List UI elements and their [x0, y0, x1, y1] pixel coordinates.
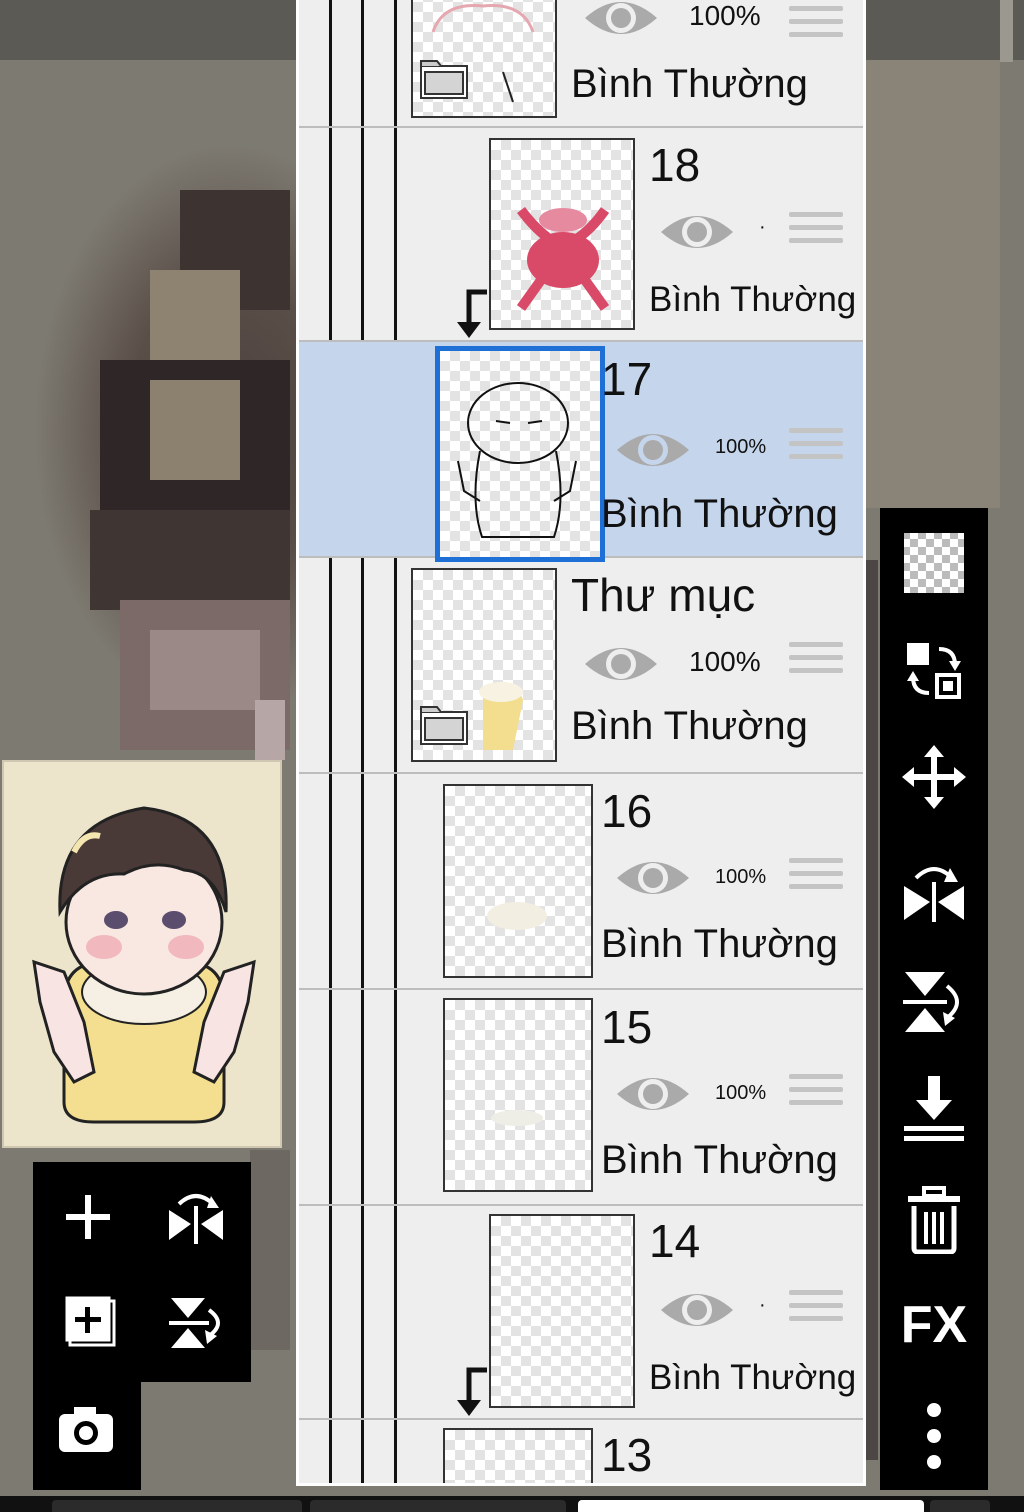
layer-opacity: 100% [715, 436, 767, 458]
layer-panel[interactable]: 100% Bình Thường 18 · Bình Thường 17 100… [296, 0, 866, 1486]
visibility-eye-icon[interactable] [615, 424, 691, 481]
layer-opacity: 100% [689, 0, 761, 31]
layer-thumbnail [435, 346, 605, 562]
visibility-eye-icon[interactable] [615, 852, 691, 909]
flip-vertical-icon[interactable] [161, 1288, 231, 1358]
layer-opacity: · [759, 216, 766, 238]
visibility-eye-icon[interactable] [583, 638, 659, 695]
layer-row-folder-top[interactable]: 100% Bình Thường [299, 0, 863, 128]
fx-label: FX [900, 1296, 968, 1354]
layer-name: Thư mục [571, 569, 756, 621]
folder-icon [419, 58, 469, 105]
drag-handle-icon[interactable] [789, 6, 843, 45]
layer-row-15[interactable]: 15 100% Bình Thường [299, 990, 863, 1206]
character-preview-image [32, 806, 256, 1124]
layer-blend-mode[interactable]: Bình Thường [601, 1138, 838, 1183]
right-toolbar: FX [880, 508, 988, 1490]
flip-vertical-icon[interactable] [880, 962, 988, 1042]
visibility-eye-icon[interactable] [659, 1284, 735, 1341]
left-toolbar-extension [33, 1382, 141, 1490]
layer-opacity: · [759, 1294, 766, 1316]
layer-blend-mode[interactable]: Bình Thường [601, 492, 838, 537]
merge-down-icon[interactable] [880, 1068, 988, 1148]
layer-thumbnail [443, 1428, 593, 1483]
layer-name: 13 [601, 1429, 653, 1481]
layer-blend-mode[interactable]: Bình Thường [649, 1358, 856, 1398]
visibility-eye-icon[interactable] [615, 1068, 691, 1125]
layer-thumbnail [443, 784, 593, 978]
bottom-bar [0, 1496, 1024, 1512]
layer-blend-mode[interactable]: Bình Thường [571, 62, 808, 107]
drag-handle-icon[interactable] [789, 1290, 843, 1329]
layer-row-18[interactable]: 18 · Bình Thường [299, 128, 863, 342]
layer-opacity: 100% [715, 866, 767, 888]
layer-name: 16 [601, 785, 653, 837]
more-icon[interactable] [880, 1396, 988, 1476]
fx-icon[interactable]: FX [880, 1290, 988, 1360]
layer-row-14[interactable]: 14 · Bình Thường [299, 1206, 863, 1420]
visibility-eye-icon[interactable] [583, 0, 659, 49]
layer-thumbnail [443, 998, 593, 1192]
camera-icon[interactable] [51, 1394, 121, 1464]
flip-horizontal-icon[interactable] [880, 852, 988, 932]
left-toolbar [33, 1162, 251, 1382]
layer-row-folder[interactable]: Thư mục 100% Bình Thường [299, 558, 863, 774]
layer-name: 14 [649, 1215, 701, 1267]
folder-icon [419, 704, 469, 751]
plus-icon[interactable] [53, 1182, 123, 1252]
layer-row-16[interactable]: 16 100% Bình Thường [299, 774, 863, 990]
layer-blend-mode[interactable]: Bình Thường [571, 704, 808, 749]
canvas-scrollbar[interactable] [1000, 0, 1013, 62]
layer-opacity: 100% [715, 1082, 767, 1104]
bottom-tab[interactable] [52, 1500, 302, 1512]
drag-handle-icon[interactable] [789, 212, 843, 251]
layer-name: 17 [601, 353, 653, 405]
swap-icon[interactable] [880, 636, 988, 706]
clipping-arrow-icon [447, 288, 491, 345]
flip-horizontal-icon[interactable] [161, 1182, 231, 1252]
drag-handle-icon[interactable] [789, 858, 843, 897]
transparency-icon[interactable] [880, 528, 988, 598]
layer-opacity: 100% [689, 646, 761, 677]
move-icon[interactable] [880, 742, 988, 812]
add-layer-icon[interactable] [53, 1288, 123, 1358]
bottom-tab[interactable] [310, 1500, 566, 1512]
layer-thumbnail [489, 138, 635, 330]
layer-row-13[interactable]: 13 [299, 1420, 863, 1483]
layer-row-17[interactable]: 17 100% Bình Thường [299, 342, 863, 562]
layer-blend-mode[interactable]: Bình Thường [649, 280, 856, 320]
layer-name: 18 [649, 139, 701, 191]
drag-handle-icon[interactable] [789, 1074, 843, 1113]
bottom-tab[interactable] [578, 1500, 924, 1512]
drag-handle-icon[interactable] [789, 428, 843, 467]
drag-handle-icon[interactable] [789, 642, 843, 681]
trash-icon[interactable] [880, 1180, 988, 1260]
layer-blend-mode[interactable]: Bình Thường [601, 922, 838, 967]
layer-name: 15 [601, 1001, 653, 1053]
layer-thumbnail [489, 1214, 635, 1408]
clipping-arrow-icon [447, 1366, 491, 1423]
bottom-tab[interactable] [930, 1500, 990, 1512]
reference-preview[interactable] [2, 760, 282, 1148]
visibility-eye-icon[interactable] [659, 206, 735, 263]
